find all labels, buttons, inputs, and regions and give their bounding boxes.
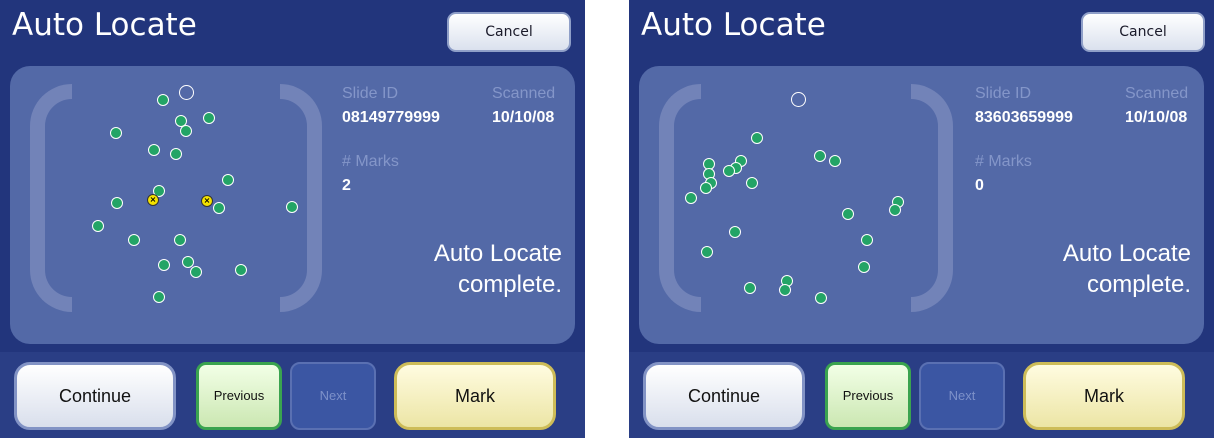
cell-dot — [779, 284, 791, 296]
cell-dot — [213, 202, 225, 214]
continue-button[interactable]: Continue — [643, 362, 805, 430]
cell-dot — [157, 94, 169, 106]
cell-dot — [180, 125, 192, 137]
cell-dot — [889, 204, 901, 216]
status-message: Auto Locate complete. — [300, 238, 562, 300]
cell-dot — [92, 220, 104, 232]
reference-circle — [179, 85, 194, 100]
cell-dot — [751, 132, 763, 144]
status-message-line1: Auto Locate — [433, 240, 562, 267]
cell-dot — [174, 234, 186, 246]
slide-id-value: 08149779999 — [342, 109, 440, 126]
slide-id-label: Slide ID — [975, 85, 1032, 102]
cell-dot — [814, 150, 826, 162]
cell-dot — [190, 266, 202, 278]
slide-id-value: 83603659999 — [975, 109, 1073, 126]
cell-dot — [701, 246, 713, 258]
marks-label: # Marks — [975, 153, 1032, 170]
cell-dot — [729, 226, 741, 238]
auto-locate-screen-1: Auto Locate Cancel × × Slide ID 08149779… — [0, 0, 585, 438]
scanned-label: Scanned — [1125, 85, 1189, 102]
cell-dot — [861, 234, 873, 246]
marks-value: 0 — [975, 177, 984, 194]
cell-dot — [700, 182, 712, 194]
cell-dot — [286, 201, 298, 213]
mark-button[interactable]: Mark — [394, 362, 556, 430]
cell-dot — [158, 259, 170, 271]
bottom-button-bar: Continue Previous Next Mark — [629, 352, 1214, 438]
slide-id-label: Slide ID — [342, 85, 399, 102]
cell-dot — [128, 234, 140, 246]
cell-dot — [110, 127, 122, 139]
previous-button[interactable]: Previous — [196, 362, 282, 430]
cell-dot — [153, 291, 165, 303]
bottom-button-bar: Continue Previous Next Mark — [0, 352, 585, 438]
cell-dot — [815, 292, 827, 304]
screen-title: Auto Locate — [12, 7, 197, 43]
cancel-button[interactable]: Cancel — [447, 12, 571, 52]
previous-button[interactable]: Previous — [825, 362, 911, 430]
scanned-value: 10/10/08 — [1125, 109, 1188, 126]
mark-button[interactable]: Mark — [1023, 362, 1185, 430]
mark-indicator[interactable]: × — [147, 194, 159, 206]
cell-dot — [235, 264, 247, 276]
cell-dot — [203, 112, 215, 124]
slide-panel: Slide ID 83603659999 Scanned 10/10/08 # … — [639, 66, 1204, 344]
cell-dot — [744, 282, 756, 294]
status-message: Auto Locate complete. — [929, 238, 1191, 300]
continue-button[interactable]: Continue — [14, 362, 176, 430]
marks-label: # Marks — [342, 153, 399, 170]
cell-dot — [148, 144, 160, 156]
cancel-button[interactable]: Cancel — [1081, 12, 1205, 52]
cell-dot — [111, 197, 123, 209]
marks-value: 2 — [342, 177, 351, 194]
mark-indicator[interactable]: × — [201, 195, 213, 207]
screen-title: Auto Locate — [641, 7, 826, 43]
cell-dot — [685, 192, 697, 204]
slide-left-bracket — [30, 84, 72, 312]
cell-dot — [170, 148, 182, 160]
next-button[interactable]: Next — [919, 362, 1005, 430]
cell-dot — [842, 208, 854, 220]
cell-dot — [858, 261, 870, 273]
cell-dot — [829, 155, 841, 167]
reference-circle — [791, 92, 806, 107]
cell-dot — [222, 174, 234, 186]
scanned-value: 10/10/08 — [492, 109, 555, 126]
next-button[interactable]: Next — [290, 362, 376, 430]
status-message-line2: complete. — [457, 271, 562, 298]
cell-dot — [723, 165, 735, 177]
scanned-label: Scanned — [492, 85, 556, 102]
auto-locate-screen-2: Auto Locate Cancel Slide ID 83603659999 … — [629, 0, 1214, 438]
status-message-line2: complete. — [1086, 271, 1191, 298]
slide-panel: × × Slide ID 08149779999 Scanned 10/10/0… — [10, 66, 575, 344]
status-message-line1: Auto Locate — [1062, 240, 1191, 267]
cell-dot — [746, 177, 758, 189]
